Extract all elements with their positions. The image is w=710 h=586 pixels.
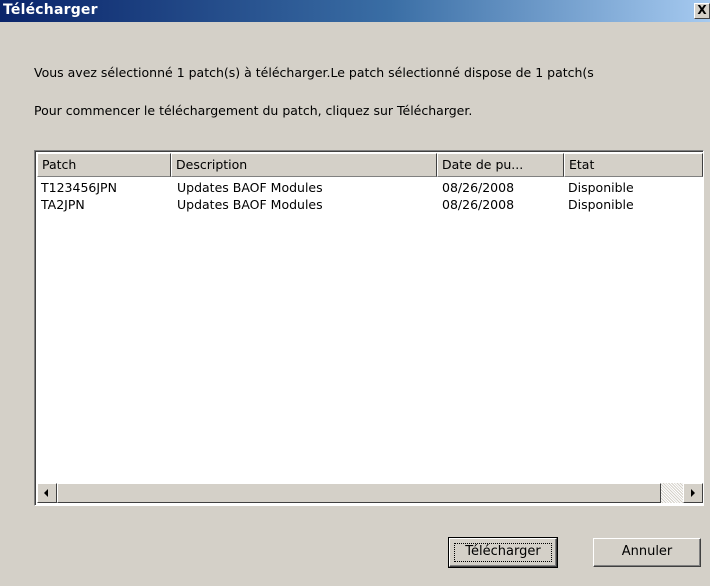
column-header-date[interactable]: Date de pu...	[437, 153, 564, 177]
cell-status: Disponible	[568, 180, 634, 195]
scroll-right-button[interactable]	[683, 483, 703, 503]
cell-date: 08/26/2008	[442, 197, 515, 212]
cancel-button-label: Annuler	[621, 544, 673, 559]
download-button-label: Télécharger	[465, 544, 541, 559]
cell-date: 08/26/2008	[442, 180, 515, 195]
instruction-message: Pour commencer le téléchargement du patc…	[34, 103, 473, 118]
scroll-right-icon	[691, 489, 695, 497]
list-header: Patch Description Date de pu... Etat	[37, 153, 703, 177]
close-button[interactable]: X	[694, 3, 710, 19]
scrollbar-track[interactable]	[661, 483, 683, 503]
cell-patch: TA2JPN	[41, 197, 85, 212]
selection-message: Vous avez sélectionné 1 patch(s) à téléc…	[34, 65, 594, 80]
cell-patch: T123456JPN	[41, 180, 117, 195]
title-bar: Télécharger X	[0, 0, 710, 22]
window-title: Télécharger	[3, 2, 98, 18]
column-header-status[interactable]: Etat	[564, 153, 703, 177]
cell-description: Updates BAOF Modules	[177, 180, 323, 195]
cell-description: Updates BAOF Modules	[177, 197, 323, 212]
patch-list[interactable]: Patch Description Date de pu... Etat T12…	[34, 150, 704, 506]
cell-status: Disponible	[568, 197, 634, 212]
download-button[interactable]: Télécharger	[448, 537, 558, 568]
column-header-description[interactable]: Description	[171, 153, 437, 177]
cancel-button[interactable]: Annuler	[593, 538, 701, 567]
table-row[interactable]: TA2JPN Updates BAOF Modules 08/26/2008 D…	[37, 196, 703, 213]
table-row[interactable]: T123456JPN Updates BAOF Modules 08/26/20…	[37, 179, 703, 196]
scroll-left-icon	[44, 489, 48, 497]
horizontal-scrollbar[interactable]	[37, 483, 703, 503]
column-header-patch[interactable]: Patch	[37, 153, 171, 177]
scroll-left-button[interactable]	[37, 483, 57, 503]
scrollbar-thumb[interactable]	[57, 483, 661, 503]
